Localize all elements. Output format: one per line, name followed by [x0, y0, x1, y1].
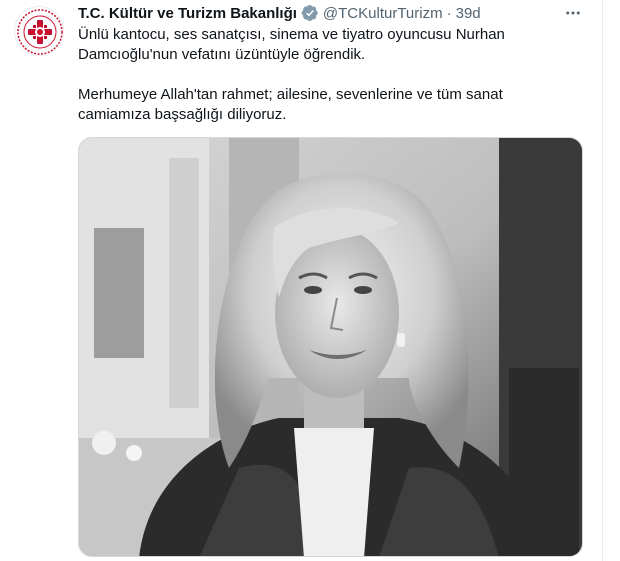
ministry-logo-icon	[17, 9, 63, 55]
portrait-photo	[79, 138, 582, 556]
tweet-text: Ünlü kantocu, ses sanatçısı, sinema ve t…	[78, 25, 588, 125]
tweet-text-line: Damcıoğlu'nun vefatını üzüntüyle öğrendi…	[78, 46, 366, 63]
author-handle[interactable]: @TCKulturTurizm	[323, 5, 443, 22]
tweet-text-line: camiamıza başsağlığı diliyoruz.	[78, 106, 287, 123]
separator-dot: ·	[446, 4, 452, 22]
author-name[interactable]: T.C. Kültür ve Turizm Bakanlığı	[78, 5, 297, 22]
avatar[interactable]	[14, 6, 64, 56]
tweet-text-line: Merhumeye Allah'tan rahmet; ailesine, se…	[78, 86, 503, 103]
tweet-photo[interactable]	[78, 137, 583, 557]
verified-badge-icon[interactable]	[301, 4, 319, 22]
more-options-icon[interactable]	[563, 3, 583, 23]
timeline-divider	[602, 0, 603, 561]
tweet-text-line: Ünlü kantocu, ses sanatçısı, sinema ve t…	[78, 26, 505, 43]
tweet-timestamp[interactable]: 39d	[456, 5, 481, 22]
tweet-card[interactable]: T.C. Kültür ve Turizm Bakanlığı @TCKultu…	[0, 0, 620, 561]
tweet-header: T.C. Kültür ve Turizm Bakanlığı @TCKultu…	[78, 3, 481, 23]
